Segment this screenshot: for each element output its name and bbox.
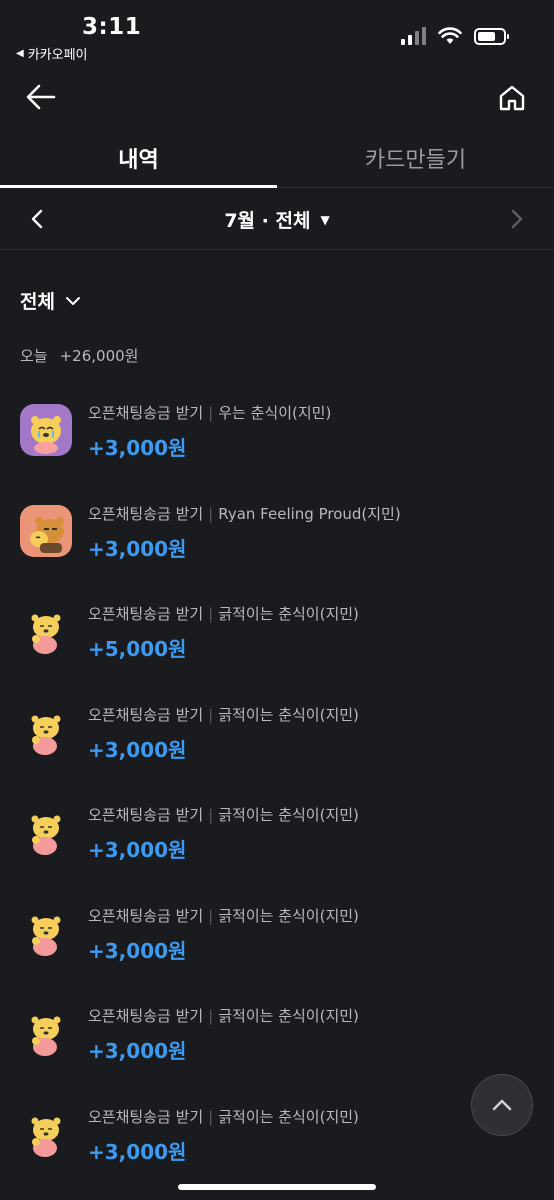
status-time: 3:11 xyxy=(82,14,142,40)
filter-dropdown[interactable]: 전체 xyxy=(20,287,81,314)
transaction-title: 오픈채팅송금 받기 xyxy=(88,705,204,724)
back-app-label: 카카오페이 xyxy=(27,48,88,63)
scratching-chunsik-avatar-icon xyxy=(20,706,72,758)
transaction-description: 오픈채팅송금 받기 | 긁적이는 춘식이(지민) xyxy=(88,1106,359,1127)
separator: | xyxy=(208,806,214,824)
transaction-amount: +3,000원 xyxy=(88,536,187,561)
scroll-to-top-button[interactable] xyxy=(471,1074,533,1136)
separator: | xyxy=(208,504,214,523)
transaction-row[interactable]: 오픈채팅송금 받기 | 긁적이는 춘식이(지민) +3,000원 xyxy=(0,993,554,1094)
day-label: 오늘 xyxy=(20,347,48,365)
transaction-detail: 긁적이는 춘식이(지민) xyxy=(218,1107,359,1126)
separator: | xyxy=(208,404,214,422)
ryan-proud-avatar-icon xyxy=(20,504,72,557)
back-to-app-link[interactable]: ◀ 카카오페이 xyxy=(16,44,88,63)
home-icon[interactable] xyxy=(498,84,526,112)
transaction-description: 오픈채팅송금 받기 | 긁적이는 춘식이(지민) xyxy=(88,603,359,624)
transaction-detail: 긁적이는 춘식이(지민) xyxy=(218,705,359,724)
tab-history[interactable]: 내역 xyxy=(0,128,277,188)
transaction-description: 오픈채팅송금 받기 | Ryan Feeling Proud(지민) xyxy=(88,503,401,524)
scratching-chunsik-avatar-icon xyxy=(20,1108,72,1160)
month-dropdown[interactable]: 7월 · 전체 ▼ xyxy=(0,206,554,233)
transaction-title: 오픈채팅송금 받기 xyxy=(88,1107,204,1126)
day-total: +26,000원 xyxy=(59,347,139,365)
tab-bar: 내역 카드만들기 xyxy=(0,128,554,188)
wifi-icon xyxy=(438,27,462,44)
scratching-chunsik-avatar-icon xyxy=(20,605,72,657)
transaction-title: 오픈채팅송금 받기 xyxy=(88,1007,204,1025)
transaction-description: 오픈채팅송금 받기 | 우는 춘식이(지민) xyxy=(88,402,331,423)
transaction-detail: 긁적이는 춘식이(지민) xyxy=(218,605,359,623)
tab-make-card[interactable]: 카드만들기 xyxy=(277,128,554,187)
transaction-row[interactable]: 오픈채팅송금 받기 | 우는 춘식이(지민) +3,000원 xyxy=(0,390,554,491)
transaction-title: 오픈채팅송금 받기 xyxy=(88,806,204,824)
transaction-amount: +3,000원 xyxy=(88,1039,187,1063)
transaction-title: 오픈채팅송금 받기 xyxy=(88,504,204,523)
transaction-detail: 우는 춘식이(지민) xyxy=(218,404,332,422)
cellular-signal-icon xyxy=(401,27,426,45)
chevron-down-icon xyxy=(65,296,80,305)
caret-down-icon: ▼ xyxy=(320,213,330,227)
transaction-description: 오픈채팅송금 받기 | 긁적이는 춘식이(지민) xyxy=(88,704,359,725)
transaction-description: 오픈채팅송금 받기 | 긁적이는 춘식이(지민) xyxy=(88,1005,359,1026)
transaction-description: 오픈채팅송금 받기 | 긁적이는 춘식이(지민) xyxy=(88,905,359,926)
transaction-list: 오픈채팅송금 받기 | 우는 춘식이(지민) +3,000원 오픈채팅송금 받기 | Rya… xyxy=(0,390,554,1194)
chevron-right-icon[interactable] xyxy=(508,208,526,230)
filter-label: 전체 xyxy=(20,291,55,313)
transaction-title: 오픈채팅송금 받기 xyxy=(88,605,204,623)
transaction-amount: +3,000원 xyxy=(88,938,187,963)
scratching-chunsik-avatar-icon xyxy=(20,1007,72,1059)
transaction-detail: 긁적이는 춘식이(지민) xyxy=(218,1007,359,1025)
transaction-amount: +3,000원 xyxy=(88,737,187,762)
scratching-chunsik-avatar-icon xyxy=(20,907,72,959)
transaction-row[interactable]: 오픈채팅송금 받기 | Ryan Feeling Proud(지민) +3,000원 xyxy=(0,491,554,592)
transaction-detail: 긁적이는 춘식이(지민) xyxy=(218,906,359,925)
transaction-amount: +3,000원 xyxy=(88,838,187,862)
month-selector: 7월 · 전체 ▼ xyxy=(0,188,554,250)
transaction-history-page: 3:11 ◀ 카카오페이 내역 카드만들기 7월 · 전체 ▼ 전체 오늘 +2… xyxy=(0,0,554,1200)
chevron-up-icon xyxy=(492,1099,512,1111)
separator: | xyxy=(208,906,214,925)
transaction-amount: +5,000원 xyxy=(88,637,187,661)
transaction-title: 오픈채팅송금 받기 xyxy=(88,404,204,422)
transaction-detail: Ryan Feeling Proud(지민) xyxy=(218,504,401,523)
home-indicator xyxy=(178,1184,376,1190)
status-bar: 3:11 ◀ 카카오페이 xyxy=(0,0,554,64)
month-title-label: 7월 · 전체 xyxy=(224,210,311,232)
day-summary: 오늘 +26,000원 xyxy=(20,345,138,366)
scratching-chunsik-avatar-icon xyxy=(20,806,72,858)
crying-chunsik-avatar-icon xyxy=(20,404,72,456)
back-triangle-icon: ◀ xyxy=(16,48,24,59)
separator: | xyxy=(208,605,214,623)
transaction-row[interactable]: 오픈채팅송금 받기 | 긁적이는 춘식이(지민) +5,000원 xyxy=(0,591,554,692)
transaction-row[interactable]: 오픈채팅송금 받기 | 긁적이는 춘식이(지민) +3,000원 xyxy=(0,893,554,994)
status-icons xyxy=(401,27,509,45)
transaction-detail: 긁적이는 춘식이(지민) xyxy=(218,806,359,824)
separator: | xyxy=(208,1007,214,1025)
separator: | xyxy=(208,705,214,724)
transaction-title: 오픈채팅송금 받기 xyxy=(88,906,204,925)
battery-icon xyxy=(474,27,509,45)
transaction-amount: +3,000원 xyxy=(88,436,187,460)
transaction-description: 오픈채팅송금 받기 | 긁적이는 춘식이(지민) xyxy=(88,804,359,825)
separator: | xyxy=(208,1107,214,1126)
transaction-row[interactable]: 오픈채팅송금 받기 | 긁적이는 춘식이(지민) +3,000원 xyxy=(0,692,554,793)
arrow-left-icon[interactable] xyxy=(26,84,56,110)
transaction-amount: +3,000원 xyxy=(88,1139,187,1164)
transaction-row[interactable]: 오픈채팅송금 받기 | 긁적이는 춘식이(지민) +3,000원 xyxy=(0,792,554,893)
